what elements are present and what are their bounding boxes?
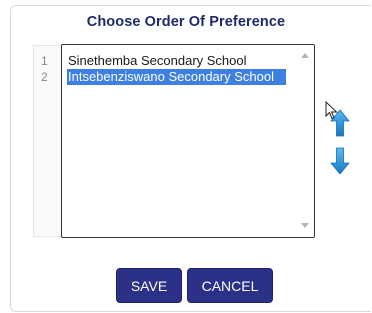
cancel-button[interactable]: CANCEL [187,268,273,303]
preference-listbox[interactable]: Sinethemba Secondary School Intsebenzisw… [61,44,315,238]
listbox-scrollbar[interactable] [296,45,314,237]
mouse-pointer-icon [325,101,338,120]
list-item[interactable]: Sinethemba Secondary School [67,53,286,69]
list-item-selected[interactable]: Intsebenziswano Secondary School [67,69,286,85]
row-number: 2 [41,70,48,84]
row-number: 1 [41,54,48,68]
arrow-down-icon [330,147,350,175]
scroll-down-arrow-icon[interactable] [301,223,309,228]
save-button[interactable]: SAVE [116,268,182,303]
move-down-button[interactable] [329,146,351,176]
scroll-up-arrow-icon[interactable] [301,53,309,58]
row-number-column: 1 2 [33,45,61,237]
dialog-title: Choose Order Of Preference [86,14,286,30]
